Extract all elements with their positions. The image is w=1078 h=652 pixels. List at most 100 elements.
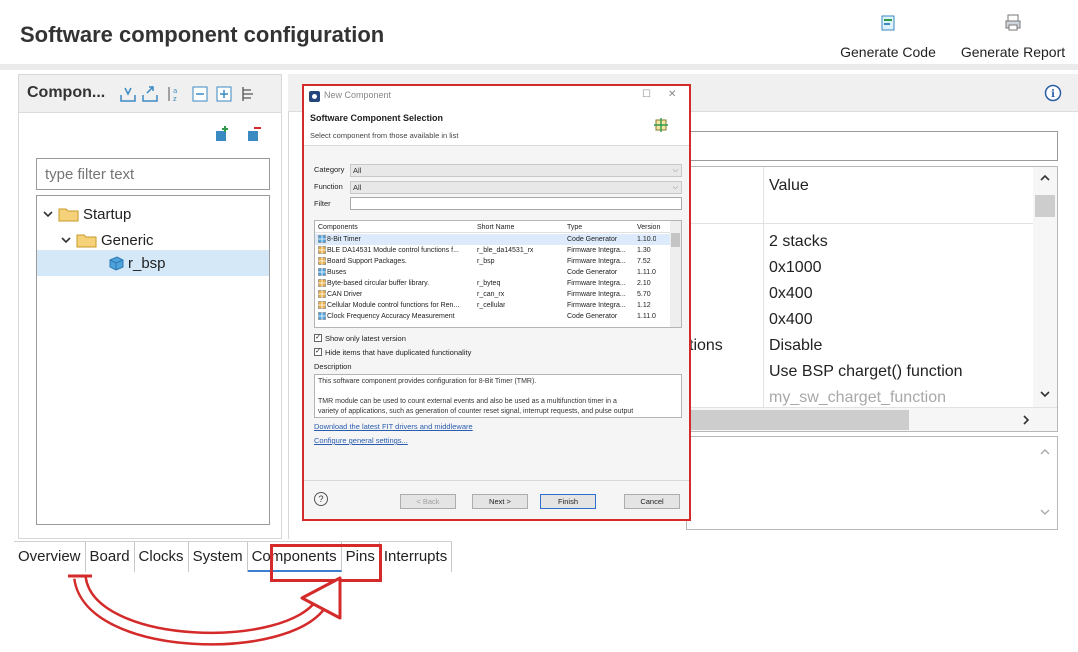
add-component-icon[interactable]: [213, 125, 231, 143]
column-header-type[interactable]: Type: [567, 222, 582, 233]
config-properties-table: Value tions 2 stacks 0x1000 0x400 0x400 …: [686, 166, 1058, 432]
dialog-banner-subtitle: Select component from those available in…: [310, 131, 459, 140]
property-value-cell[interactable]: 0x400: [769, 311, 813, 329]
component-short-cell: r_bsp: [477, 258, 495, 265]
expand-all-icon[interactable]: [215, 85, 233, 103]
property-value-cell[interactable]: 0x400: [769, 285, 813, 303]
component-row[interactable]: Board Support Packages. r_bsp Firmware Int…: [315, 256, 671, 267]
component-grid-icon: [318, 279, 326, 287]
component-type-cell: Firmware Integra...: [567, 280, 626, 287]
chevron-down-icon[interactable]: [59, 233, 73, 247]
cancel-button[interactable]: Cancel: [624, 494, 680, 509]
generate-code-button[interactable]: Generate Code: [826, 4, 950, 60]
property-value-cell[interactable]: Use BSP charget() function: [769, 363, 963, 381]
column-header-version[interactable]: Version: [637, 222, 660, 233]
component-row[interactable]: Cellular Module control functions for Re…: [315, 300, 671, 311]
scroll-up-icon[interactable]: [1039, 447, 1051, 457]
tab-system[interactable]: System: [189, 542, 248, 572]
tab-overview[interactable]: Overview: [14, 542, 86, 572]
remove-component-icon[interactable]: [245, 125, 263, 143]
generate-report-button[interactable]: Generate Report: [954, 4, 1072, 60]
component-name-cell: CAN Driver: [327, 291, 363, 298]
component-name-cell: 8-Bit Timer: [327, 236, 361, 243]
value-column-header: Value: [769, 177, 809, 194]
component-filter-input[interactable]: [36, 158, 270, 190]
configure-settings-link[interactable]: Configure general settings...: [314, 436, 408, 445]
category-select[interactable]: All ⌵: [350, 164, 682, 177]
component-row[interactable]: Clock Frequency Accuracy Measurement Code…: [315, 311, 671, 322]
generate-code-icon: [881, 15, 895, 31]
import-icon[interactable]: [119, 85, 137, 103]
app-logo-icon: [309, 91, 320, 102]
component-version-cell: 1.11.0: [637, 269, 656, 276]
tree-item-startup[interactable]: Startup: [41, 201, 267, 227]
description-text: This software component provides configu…: [318, 378, 537, 385]
property-value-cell[interactable]: 0x1000: [769, 259, 822, 277]
component-grid-icon: [318, 235, 326, 243]
description-text: variety of applications, such as generat…: [318, 408, 634, 415]
column-header-short-name[interactable]: Short Name: [477, 222, 514, 233]
link-editor-icon[interactable]: [239, 85, 257, 103]
scroll-down-icon[interactable]: [1039, 389, 1051, 399]
info-icon[interactable]: i: [1044, 84, 1062, 102]
collapse-all-icon[interactable]: [191, 85, 209, 103]
download-fit-link[interactable]: Download the latest FIT drivers and midd…: [314, 422, 473, 431]
component-type-cell: Firmware Integra...: [567, 291, 626, 298]
scrollbar-thumb[interactable]: [687, 410, 909, 430]
scroll-up-icon[interactable]: [1039, 173, 1051, 183]
tab-board[interactable]: Board: [86, 542, 135, 572]
component-short-cell: r_cellular: [477, 302, 506, 309]
tree-item-r-bsp[interactable]: r_bsp: [37, 250, 269, 276]
dialog-title: New Component: [324, 90, 392, 100]
back-button[interactable]: < Back: [400, 494, 456, 509]
component-short-cell: r_can_rx: [477, 291, 505, 298]
property-name-cell: tions: [689, 337, 723, 354]
component-row[interactable]: Byte-based circular buffer library. r_byt…: [315, 278, 671, 289]
property-value-cell[interactable]: my_sw_charget_function: [769, 389, 946, 407]
component-row[interactable]: BLE DA14531 Module control functions f..…: [315, 245, 671, 256]
component-version-cell: 1.30: [637, 247, 651, 254]
function-select[interactable]: All ⌵: [350, 181, 682, 194]
component-version-cell: 1.12: [637, 302, 651, 309]
component-name-field[interactable]: [680, 131, 1058, 161]
component-row[interactable]: 8-Bit Timer Code Generator 1.10.0: [315, 234, 671, 245]
dialog-filter-input[interactable]: [350, 197, 682, 210]
component-name-cell: Cellular Module control functions for Re…: [327, 302, 460, 309]
tab-clocks[interactable]: Clocks: [135, 542, 189, 572]
property-value-cell[interactable]: Disable: [769, 337, 822, 355]
show-latest-checkbox[interactable]: ✓: [314, 334, 322, 342]
header-divider: [687, 223, 1035, 224]
close-icon[interactable]: ✕: [668, 89, 676, 100]
maximize-icon[interactable]: ☐: [642, 89, 651, 100]
horizontal-scrollbar[interactable]: [687, 407, 1057, 431]
tab-interrupts[interactable]: Interrupts: [380, 542, 453, 572]
scrollbar-thumb[interactable]: [671, 233, 680, 247]
property-value-cell[interactable]: 2 stacks: [769, 233, 828, 251]
category-label: Category: [314, 165, 345, 174]
dialog-footer-divider: [304, 480, 689, 481]
component-grid-icon: [318, 246, 326, 254]
hide-duplicates-checkbox[interactable]: ✓: [314, 348, 322, 356]
export-icon[interactable]: [141, 85, 159, 103]
finish-button[interactable]: Finish: [540, 494, 596, 509]
component-row[interactable]: CAN Driver r_can_rx Firmware Integra... 5.7…: [315, 289, 671, 300]
components-table: Components Short Name Type Version 8-Bit…: [314, 220, 682, 328]
show-latest-label: Show only latest version: [325, 334, 406, 343]
help-icon[interactable]: ?: [314, 492, 328, 506]
vertical-scrollbar[interactable]: [1033, 167, 1057, 407]
table-scrollbar[interactable]: [670, 221, 681, 327]
component-type-cell: Firmware Integra...: [567, 302, 626, 309]
component-description: This software component provides configu…: [314, 374, 682, 418]
component-grid-icon: [318, 301, 326, 309]
column-header-components[interactable]: Components: [318, 222, 358, 233]
sort-alphabetical-icon[interactable]: az: [165, 85, 183, 103]
editor-tab-bar: Overview Board Clocks System Components …: [14, 541, 453, 572]
component-row[interactable]: Buses Code Generator 1.11.0: [315, 267, 671, 278]
component-type-cell: Code Generator: [567, 269, 618, 276]
scroll-down-icon[interactable]: [1039, 507, 1051, 517]
scroll-right-icon[interactable]: [1021, 414, 1031, 426]
next-button[interactable]: Next >: [472, 494, 528, 509]
chevron-down-icon[interactable]: [41, 207, 55, 221]
component-version-cell: 1.10.0: [637, 236, 657, 243]
scrollbar-thumb[interactable]: [1035, 195, 1055, 217]
